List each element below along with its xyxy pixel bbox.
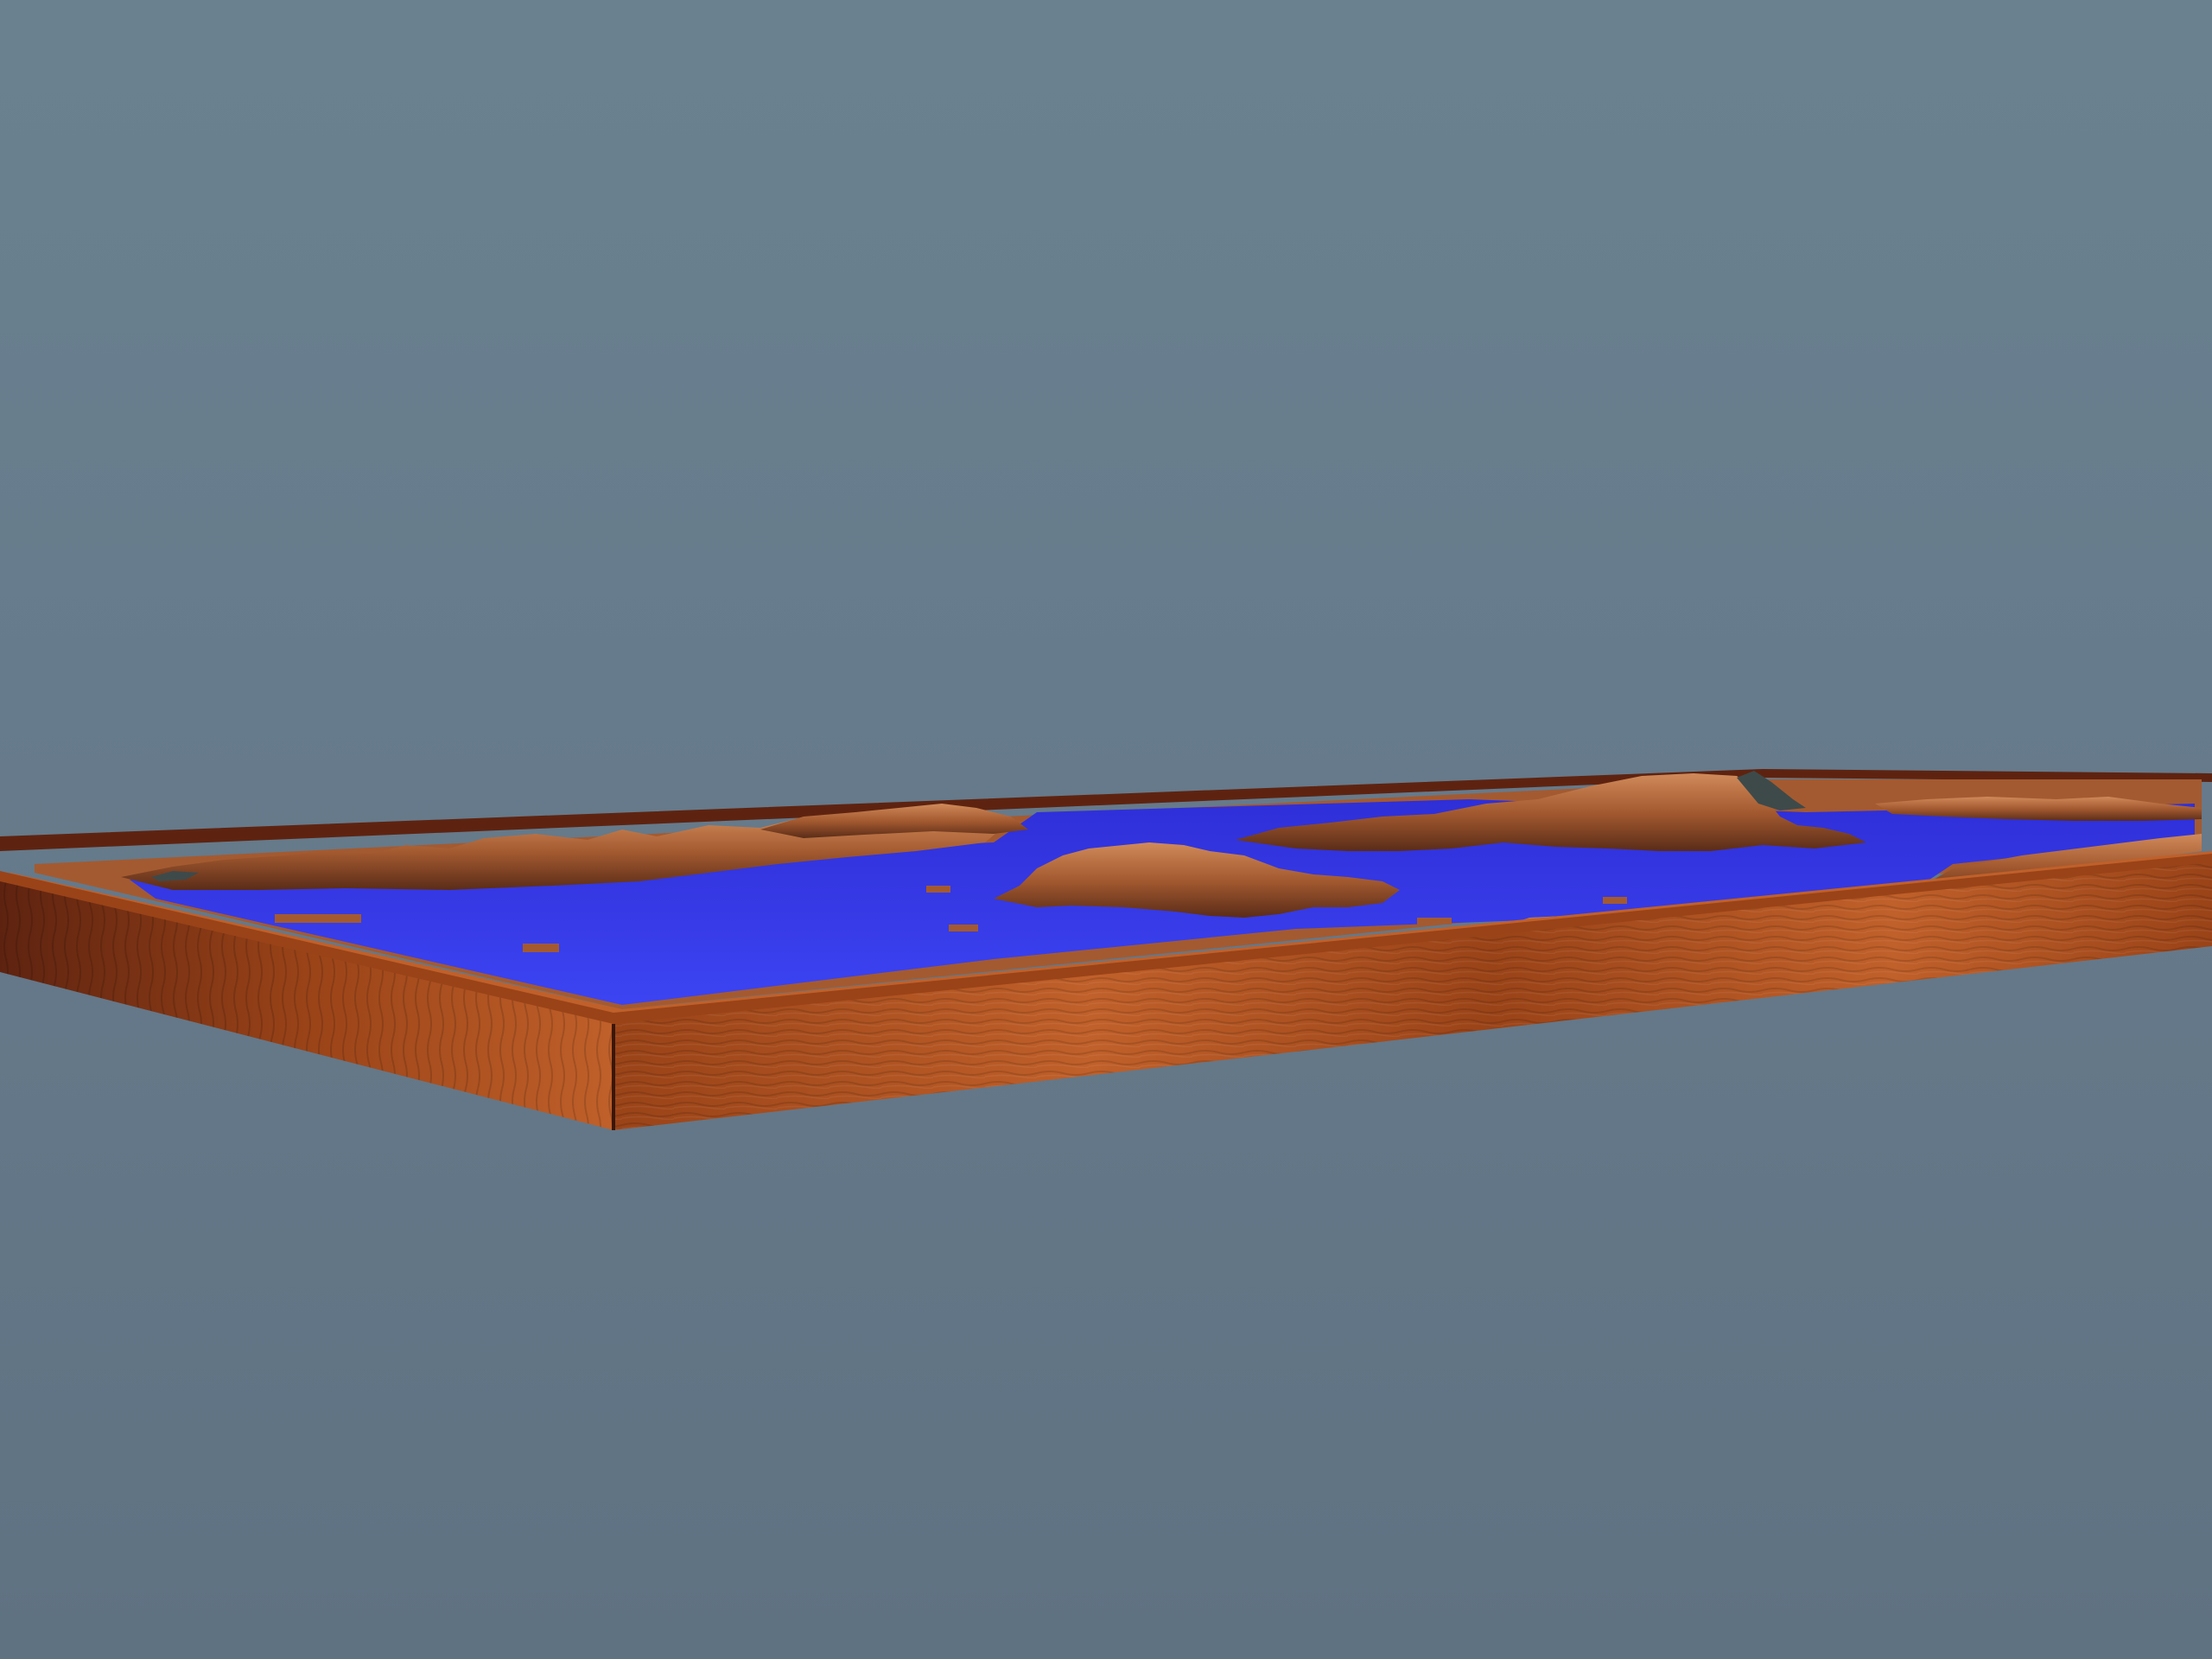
scene [0,0,2212,1659]
island [1417,918,1452,925]
island [926,886,950,893]
island [523,944,559,952]
island [949,925,978,931]
island [1603,897,1627,904]
island [275,914,361,923]
relief-map-render [0,0,2212,1659]
